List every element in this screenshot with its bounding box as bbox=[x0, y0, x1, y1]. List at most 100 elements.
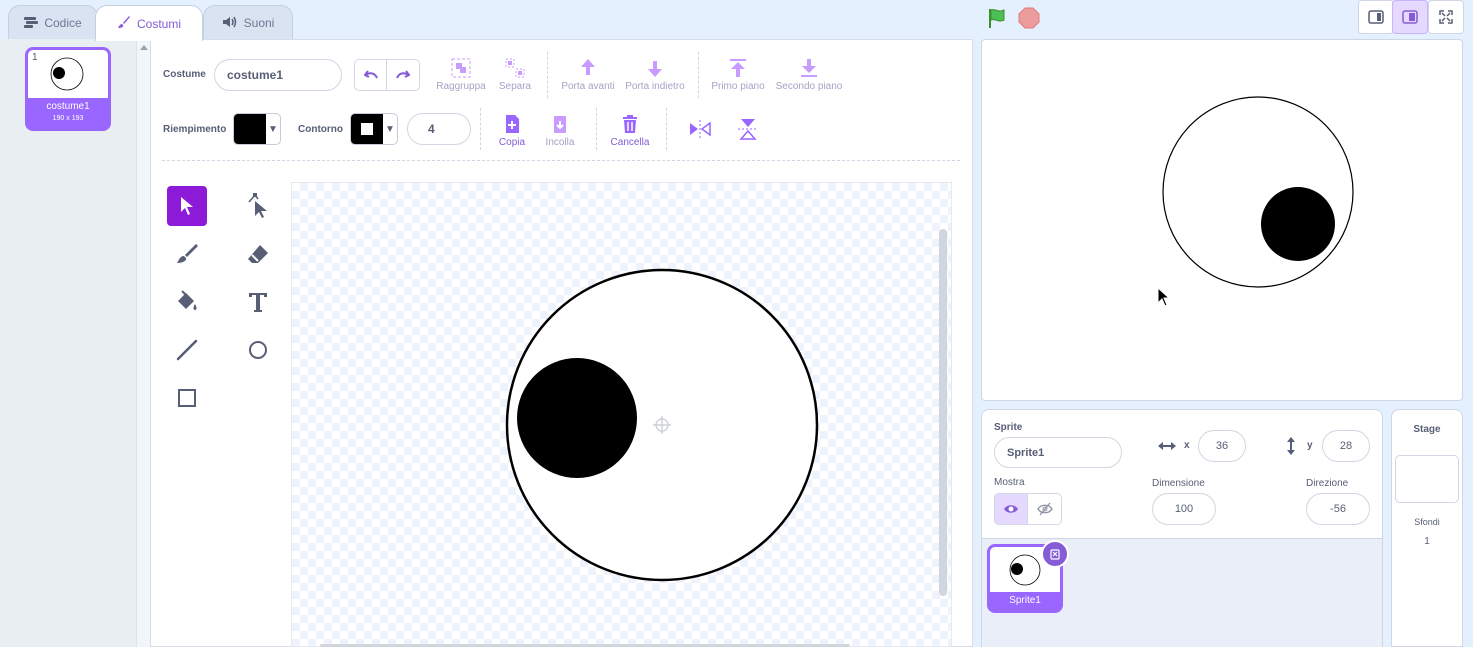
small-stage-icon bbox=[1368, 10, 1384, 24]
fullscreen-button[interactable] bbox=[1428, 0, 1464, 34]
costume-name-input[interactable]: costume1 bbox=[214, 59, 342, 91]
sprite-name: Sprite1 bbox=[1009, 595, 1041, 606]
costume-name: costume1 bbox=[46, 101, 90, 112]
fill-tool[interactable] bbox=[167, 282, 207, 322]
redo-icon bbox=[396, 70, 410, 79]
sprite-name-input[interactable]: Sprite1 bbox=[994, 437, 1122, 468]
back-label: Secondo piano bbox=[775, 81, 843, 92]
ungroup-label: Separa bbox=[498, 81, 532, 92]
fill-color-picker[interactable]: ▼ bbox=[233, 113, 281, 145]
flip-horizontal-icon bbox=[690, 120, 711, 138]
speaker-icon bbox=[222, 16, 238, 31]
flip-vertical-button[interactable] bbox=[736, 117, 760, 146]
redo-button[interactable] bbox=[387, 60, 419, 90]
rectangle-icon bbox=[178, 389, 196, 407]
x-label: x bbox=[1184, 440, 1190, 451]
paint-canvas[interactable] bbox=[291, 182, 952, 647]
normal-stage-icon bbox=[1402, 10, 1418, 24]
paste-button[interactable]: Incolla bbox=[540, 113, 580, 148]
costume-thumbnail bbox=[28, 50, 108, 98]
rectangle-tool[interactable] bbox=[167, 378, 207, 418]
ungroup-button[interactable]: Separa bbox=[490, 57, 540, 92]
outline-swatch bbox=[351, 114, 383, 144]
brush-tool[interactable] bbox=[167, 234, 207, 274]
backdrop-thumbnail[interactable] bbox=[1395, 455, 1459, 503]
trash-icon bbox=[619, 113, 641, 135]
stop-icon[interactable] bbox=[1018, 7, 1040, 34]
tab-label: Costumi bbox=[136, 16, 181, 31]
back-button[interactable]: Secondo piano bbox=[770, 57, 848, 92]
text-icon bbox=[249, 293, 267, 312]
backward-icon bbox=[644, 57, 666, 79]
costume-size: 190 x 193 bbox=[52, 115, 84, 122]
backdrops-count: 1 bbox=[1424, 536, 1430, 547]
outline-width-input[interactable]: 4 bbox=[407, 113, 471, 145]
canvas-scrollbar[interactable] bbox=[939, 229, 947, 596]
delete-button[interactable]: Cancella bbox=[605, 113, 655, 148]
undo-button[interactable] bbox=[355, 60, 387, 90]
tab-code[interactable]: Codice bbox=[8, 5, 98, 40]
delete-label: Cancella bbox=[610, 137, 650, 148]
flip-horizontal-button[interactable] bbox=[688, 118, 712, 145]
paste-label: Incolla bbox=[545, 137, 575, 148]
outline-label: Contorno bbox=[298, 124, 343, 135]
chevron-down-icon: ▼ bbox=[385, 123, 395, 135]
delete-sprite-button[interactable] bbox=[1041, 540, 1069, 568]
costume-label: Costume bbox=[163, 69, 206, 80]
costume-drawing bbox=[505, 268, 819, 582]
green-flag-icon[interactable] bbox=[986, 7, 1008, 34]
reshape-tool[interactable] bbox=[238, 186, 278, 226]
tab-costumes[interactable]: Costumi bbox=[95, 5, 203, 41]
group-icon bbox=[450, 57, 472, 79]
y-label: y bbox=[1307, 440, 1313, 451]
group-button[interactable]: Raggruppa bbox=[431, 57, 491, 92]
fullscreen-icon bbox=[1439, 10, 1453, 24]
scroll-up-icon bbox=[140, 45, 148, 50]
line-tool[interactable] bbox=[167, 330, 207, 370]
hide-sprite-button[interactable] bbox=[1028, 494, 1061, 524]
forward-icon bbox=[577, 57, 599, 79]
stage-sprite bbox=[1162, 96, 1354, 288]
tab-sounds[interactable]: Suoni bbox=[203, 5, 293, 40]
fill-label: Riempimento bbox=[163, 124, 227, 135]
small-stage-button[interactable] bbox=[1358, 0, 1394, 34]
costume-tile[interactable]: 1 costume1 190 x 193 bbox=[25, 47, 111, 131]
backward-button[interactable]: Porta indietro bbox=[620, 57, 690, 92]
front-label: Primo piano bbox=[711, 81, 765, 92]
ungroup-icon bbox=[504, 57, 526, 79]
vertical-arrows-icon bbox=[1284, 436, 1298, 461]
arrow-cursor-icon bbox=[181, 197, 193, 215]
outline-color-picker[interactable]: ▼ bbox=[350, 113, 398, 145]
direction-input[interactable]: -56 bbox=[1306, 493, 1370, 525]
select-tool[interactable] bbox=[167, 186, 207, 226]
circle-icon bbox=[249, 341, 267, 359]
stage-canvas[interactable] bbox=[981, 39, 1463, 401]
copy-button[interactable]: Copia bbox=[492, 113, 532, 148]
x-input[interactable]: 36 bbox=[1198, 430, 1246, 462]
y-input[interactable]: 28 bbox=[1322, 430, 1370, 462]
text-tool[interactable] bbox=[238, 282, 278, 322]
circle-tool[interactable] bbox=[238, 330, 278, 370]
paintbrush-icon bbox=[177, 244, 198, 263]
fill-swatch bbox=[234, 114, 266, 144]
forward-button[interactable]: Porta avanti bbox=[556, 57, 620, 92]
size-input[interactable]: 100 bbox=[1152, 493, 1216, 525]
tab-label: Codice bbox=[44, 16, 82, 30]
show-sprite-button[interactable] bbox=[995, 494, 1029, 524]
backward-label: Porta indietro bbox=[625, 81, 685, 92]
costume-number: 1 bbox=[32, 52, 38, 63]
trash-icon bbox=[1050, 549, 1060, 560]
copy-label: Copia bbox=[498, 137, 526, 148]
normal-stage-button[interactable] bbox=[1392, 0, 1428, 34]
brush-icon bbox=[117, 15, 131, 32]
front-button[interactable]: Primo piano bbox=[706, 57, 770, 92]
code-icon bbox=[24, 16, 39, 31]
chevron-down-icon: ▼ bbox=[268, 123, 278, 135]
costume-list-scrollbar[interactable] bbox=[136, 39, 150, 647]
tab-label: Suoni bbox=[243, 16, 275, 30]
front-icon bbox=[727, 57, 749, 79]
stage-panel[interactable] bbox=[1391, 409, 1463, 647]
undo-icon bbox=[363, 70, 378, 79]
forward-label: Porta avanti bbox=[561, 81, 615, 92]
eraser-tool[interactable] bbox=[238, 234, 278, 274]
